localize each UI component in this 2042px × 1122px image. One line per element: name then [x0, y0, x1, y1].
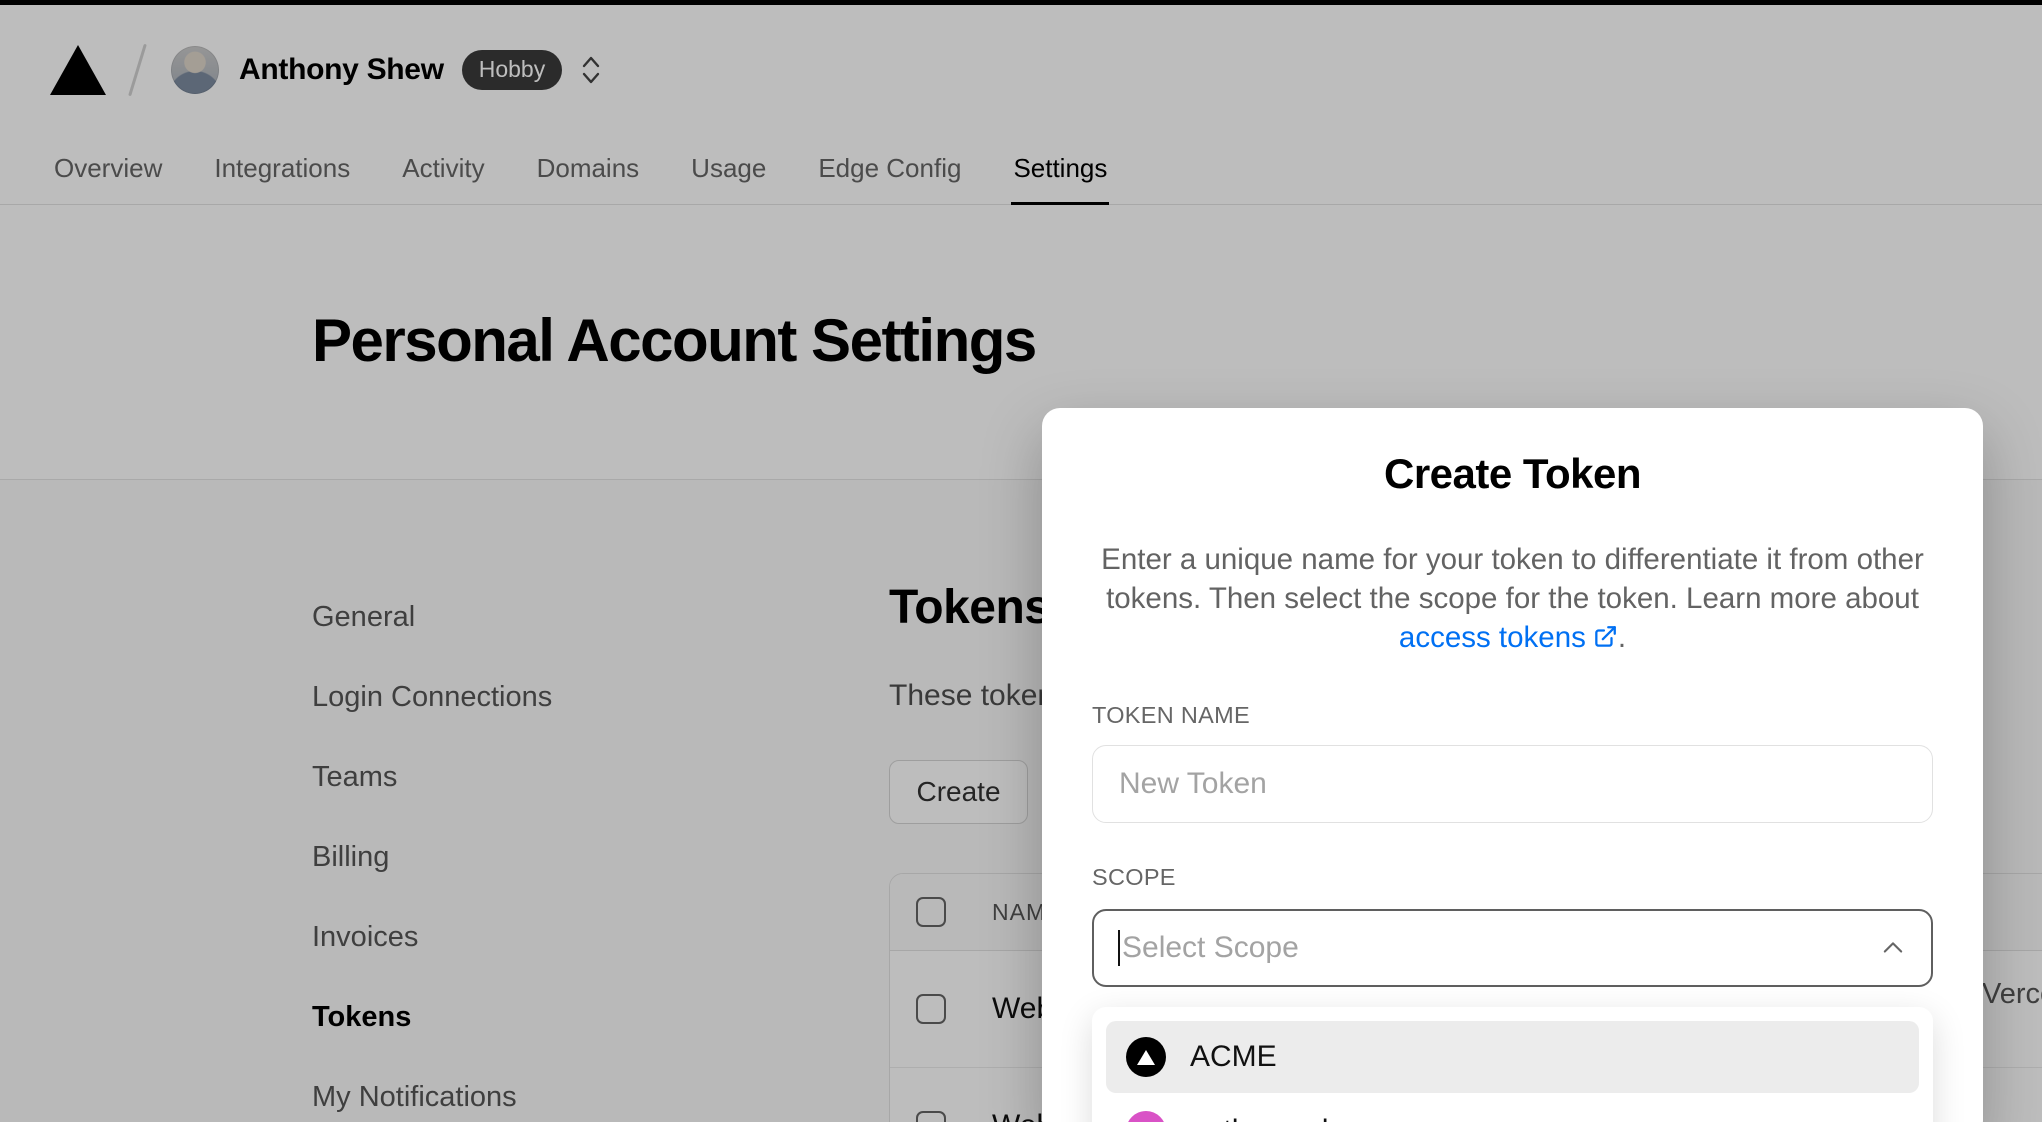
text-cursor	[1118, 930, 1120, 966]
create-token-modal: Create Token Enter a unique name for you…	[1042, 408, 1983, 1122]
scope-option-acme[interactable]: ACME	[1106, 1021, 1919, 1093]
external-link-icon	[1595, 626, 1616, 647]
vercel-dashboard: Anthony Shew Hobby Overview Integrations…	[0, 0, 2042, 1122]
scope-select[interactable]: Select Scope	[1092, 909, 1933, 987]
scope-placeholder: Select Scope	[1122, 931, 1299, 964]
description-line-2: tokens. Then select the scope for the to…	[1106, 582, 1919, 615]
chevron-up-icon	[1883, 942, 1903, 953]
acme-avatar	[1126, 1037, 1166, 1077]
scope-option-personal[interactable]: anthony-shew	[1106, 1095, 1919, 1122]
description-line-1: Enter a unique name for your token to di…	[1101, 543, 1924, 576]
modal-title: Create Token	[1384, 450, 1641, 497]
token-name-input[interactable]	[1092, 745, 1933, 823]
triangle-logo-icon	[1137, 1049, 1155, 1065]
description-suffix: .	[1617, 621, 1627, 654]
scope-dropdown: ACME anthony-shew	[1092, 1007, 1933, 1122]
token-name-label: TOKEN NAME	[1092, 702, 1250, 728]
access-tokens-link[interactable]: access tokens	[1399, 621, 1586, 654]
scope-option-label: anthony-shew	[1190, 1114, 1377, 1122]
scope-label: SCOPE	[1092, 864, 1176, 890]
scope-option-label: ACME	[1190, 1040, 1277, 1073]
modal-description: Enter a unique name for your token to di…	[1092, 540, 1933, 657]
personal-avatar	[1126, 1111, 1166, 1122]
